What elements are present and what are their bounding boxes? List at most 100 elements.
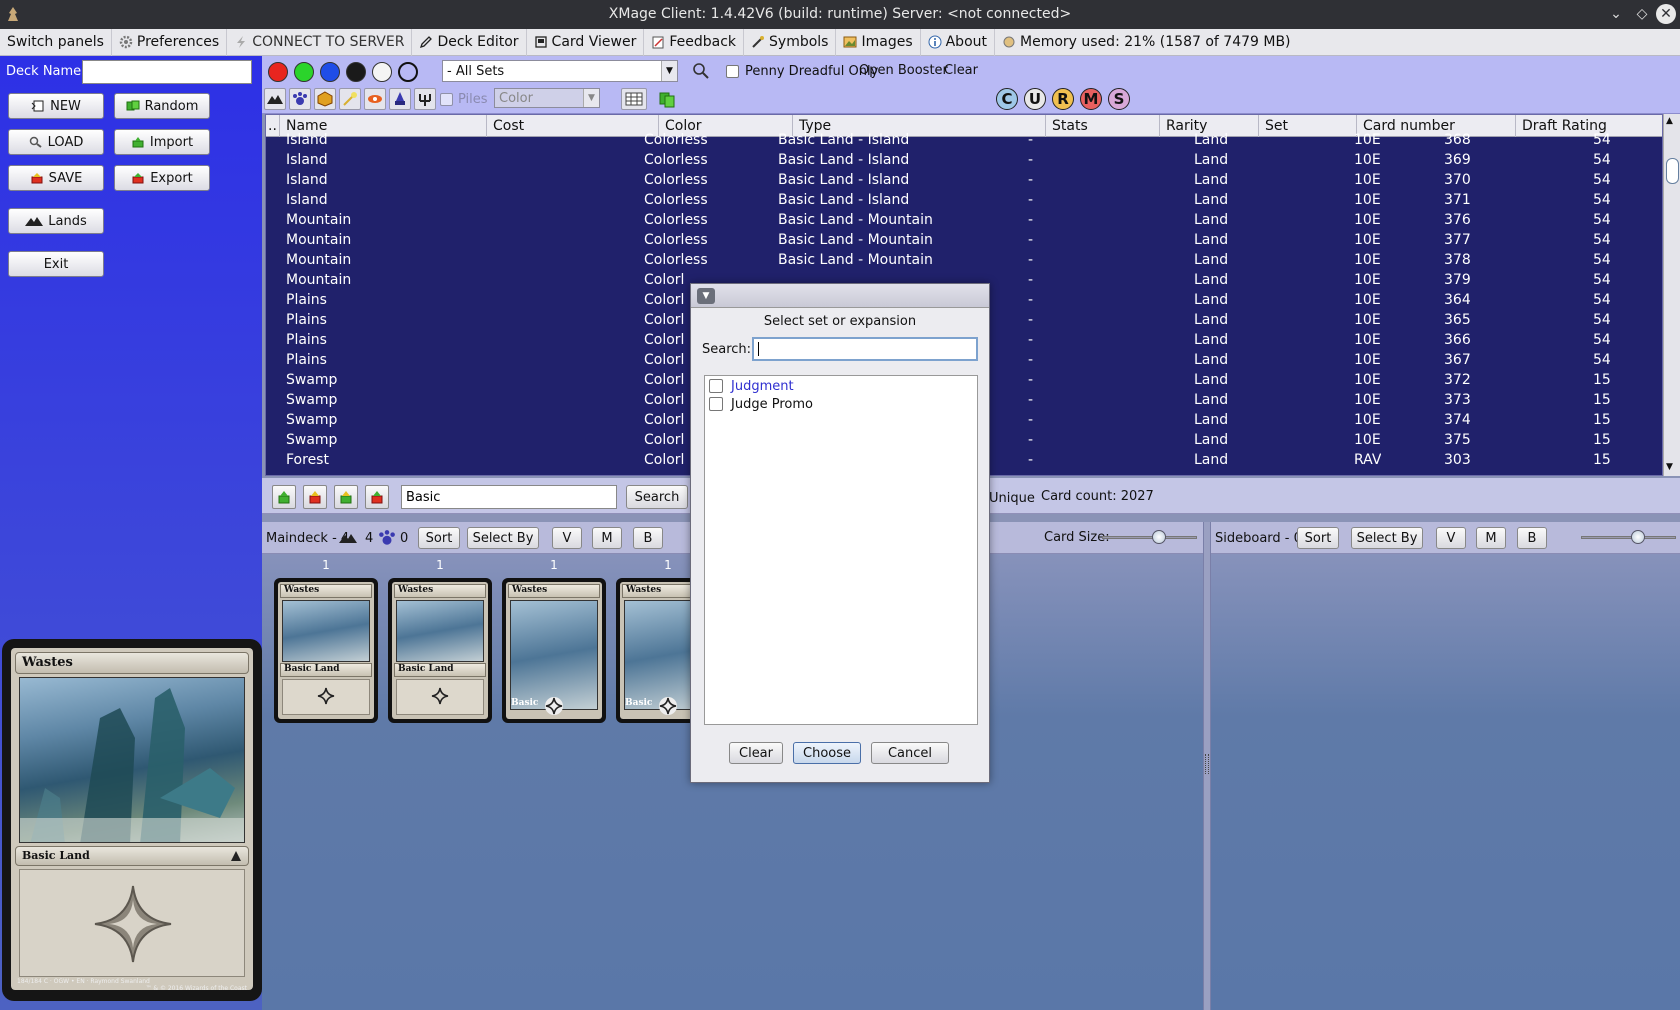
- card-size-slider-knob[interactable]: [1152, 530, 1166, 544]
- exit-button[interactable]: Exit: [8, 251, 104, 277]
- dialog-search-input[interactable]: [752, 337, 978, 361]
- dialog-choose-button[interactable]: Choose: [793, 742, 861, 764]
- search-icon[interactable]: [692, 62, 710, 80]
- deck-card[interactable]: Wastes Basic Land: [274, 578, 378, 723]
- set-item-checkbox[interactable]: [709, 397, 723, 411]
- maindeck-b-button[interactable]: B: [633, 527, 663, 549]
- deck-name-input[interactable]: [82, 60, 252, 84]
- table-row[interactable]: Island Colorless Basic Land - Island - Land 1…: [266, 191, 1662, 211]
- card-count-label: 1: [436, 558, 444, 572]
- scrollbar-thumb[interactable]: [1666, 158, 1679, 184]
- maindeck-m-button[interactable]: M: [592, 527, 622, 549]
- color-sort-select[interactable]: Color ▼: [494, 88, 600, 108]
- splitter-grip[interactable]: [1205, 754, 1209, 774]
- cell-card-number: 367: [1444, 352, 1471, 368]
- menu-images[interactable]: Images: [836, 28, 921, 56]
- sideboard-v-button[interactable]: V: [1436, 527, 1466, 549]
- set-item-judge-promo[interactable]: Judge Promo: [709, 395, 813, 413]
- menu-symbols[interactable]: Symbols: [744, 28, 837, 56]
- card-search-input[interactable]: [401, 485, 617, 509]
- deck-card[interactable]: Wastes Basic: [502, 578, 606, 723]
- cell-color: Colorless: [644, 152, 708, 168]
- artifact-filter-icon[interactable]: [314, 88, 336, 110]
- deck-splitter[interactable]: [1203, 522, 1211, 1010]
- sorcery-filter-icon[interactable]: [389, 88, 411, 110]
- creature-filter-icon[interactable]: [289, 88, 311, 110]
- window-title: XMage Client: 1.4.42V6 (build: runtime) …: [608, 6, 1072, 22]
- table-row[interactable]: Mountain Colorless Basic Land - Mountain - L…: [266, 231, 1662, 251]
- menu-card-viewer[interactable]: Card Viewer: [527, 28, 645, 56]
- card-size-slider[interactable]: [1102, 536, 1197, 539]
- menu-connect-to-server[interactable]: CONNECT TO SERVER: [227, 28, 413, 56]
- mana-filter-m[interactable]: M: [1080, 88, 1102, 110]
- table-vertical-scrollbar[interactable]: ▲ ▼: [1663, 114, 1680, 476]
- land-filter-icon[interactable]: [264, 88, 286, 110]
- dialog-clear-button[interactable]: Clear: [729, 742, 783, 764]
- set-select[interactable]: - All Sets ▼: [442, 60, 678, 82]
- unique-label[interactable]: Unique: [989, 491, 1035, 506]
- menu-feedback[interactable]: Feedback: [644, 28, 745, 56]
- set-item-checkbox[interactable]: [709, 379, 723, 393]
- export-deck-button[interactable]: Export: [114, 165, 210, 191]
- sideboard-select-by-button[interactable]: Select By: [1351, 527, 1423, 549]
- table-row[interactable]: Mountain Colorless Basic Land - Mountain - L…: [266, 211, 1662, 231]
- colorless-filter-icon[interactable]: [398, 62, 418, 82]
- table-view-icon[interactable]: [621, 88, 647, 110]
- deck-card[interactable]: Wastes Basic Land: [388, 578, 492, 723]
- save-deck-button[interactable]: SAVE: [8, 165, 104, 191]
- set-item-judgment[interactable]: Judgment: [709, 377, 794, 395]
- blue-color-filter-icon[interactable]: [320, 62, 340, 82]
- green-color-filter-icon[interactable]: [294, 62, 314, 82]
- white-color-filter-icon[interactable]: [372, 62, 392, 82]
- menu-switch-panels[interactable]: Switch panels: [0, 28, 112, 56]
- instant-filter-icon[interactable]: [364, 88, 386, 110]
- card-view-icon[interactable]: [658, 90, 676, 108]
- mana-filter-s[interactable]: S: [1108, 88, 1130, 110]
- new-deck-button[interactable]: NEW: [8, 93, 104, 119]
- planeswalker-filter-icon[interactable]: [414, 88, 436, 110]
- sideboard-sort-button[interactable]: Sort: [1297, 527, 1339, 549]
- sideboard-size-slider[interactable]: [1581, 536, 1676, 539]
- lands-button[interactable]: Lands: [8, 208, 104, 234]
- maindeck-select-by-button[interactable]: Select By: [467, 527, 539, 549]
- remove-from-main-button[interactable]: [303, 485, 327, 509]
- sideboard-b-button[interactable]: B: [1517, 527, 1547, 549]
- black-color-filter-icon[interactable]: [346, 62, 366, 82]
- table-row[interactable]: Island Colorless Basic Land - Island - Land 1…: [266, 171, 1662, 191]
- add-to-sideboard-button[interactable]: [334, 485, 358, 509]
- sideboard-size-slider-knob[interactable]: [1631, 530, 1645, 544]
- maindeck-v-button[interactable]: V: [552, 527, 582, 549]
- piles-checkbox[interactable]: [440, 93, 453, 106]
- random-deck-button[interactable]: Random: [114, 93, 210, 119]
- dialog-menu-icon[interactable]: ▼: [697, 288, 715, 304]
- red-color-filter-icon[interactable]: [268, 62, 288, 82]
- load-deck-button[interactable]: LOAD: [8, 129, 104, 155]
- mana-filter-c[interactable]: C: [996, 88, 1018, 110]
- add-to-main-button[interactable]: [272, 485, 296, 509]
- menu-deck-editor[interactable]: Deck Editor: [412, 28, 527, 56]
- maximize-icon[interactable]: ◇: [1632, 4, 1652, 24]
- open-booster-link[interactable]: Open Booster: [859, 63, 948, 78]
- close-icon[interactable]: ✕: [1656, 4, 1676, 24]
- cell-name: Island: [286, 172, 328, 188]
- clear-filter-link[interactable]: Clear: [944, 63, 978, 78]
- mana-filter-u[interactable]: U: [1024, 88, 1046, 110]
- menu-about[interactable]: About: [921, 28, 996, 56]
- dialog-cancel-button[interactable]: Cancel: [871, 742, 949, 764]
- maindeck-sort-button[interactable]: Sort: [418, 527, 460, 549]
- scroll-up-icon[interactable]: ▲: [1666, 116, 1673, 126]
- sideboard-m-button[interactable]: M: [1476, 527, 1506, 549]
- search-button[interactable]: Search: [626, 485, 688, 509]
- table-row[interactable]: Island Colorless Basic Land - Island - Land 1…: [266, 131, 1662, 151]
- minimize-icon[interactable]: ⌄: [1606, 4, 1626, 24]
- lightning-icon: [237, 36, 246, 48]
- scroll-down-icon[interactable]: ▼: [1666, 462, 1673, 472]
- table-row[interactable]: Mountain Colorless Basic Land - Mountain - L…: [266, 251, 1662, 271]
- remove-from-sideboard-button[interactable]: [365, 485, 389, 509]
- penny-dreadful-checkbox[interactable]: [726, 65, 739, 78]
- mana-filter-r[interactable]: R: [1052, 88, 1074, 110]
- import-deck-button[interactable]: Import: [114, 129, 210, 155]
- enchantment-filter-icon[interactable]: [339, 88, 361, 110]
- menu-preferences[interactable]: Preferences: [112, 28, 228, 56]
- table-row[interactable]: Island Colorless Basic Land - Island - Land 1…: [266, 151, 1662, 171]
